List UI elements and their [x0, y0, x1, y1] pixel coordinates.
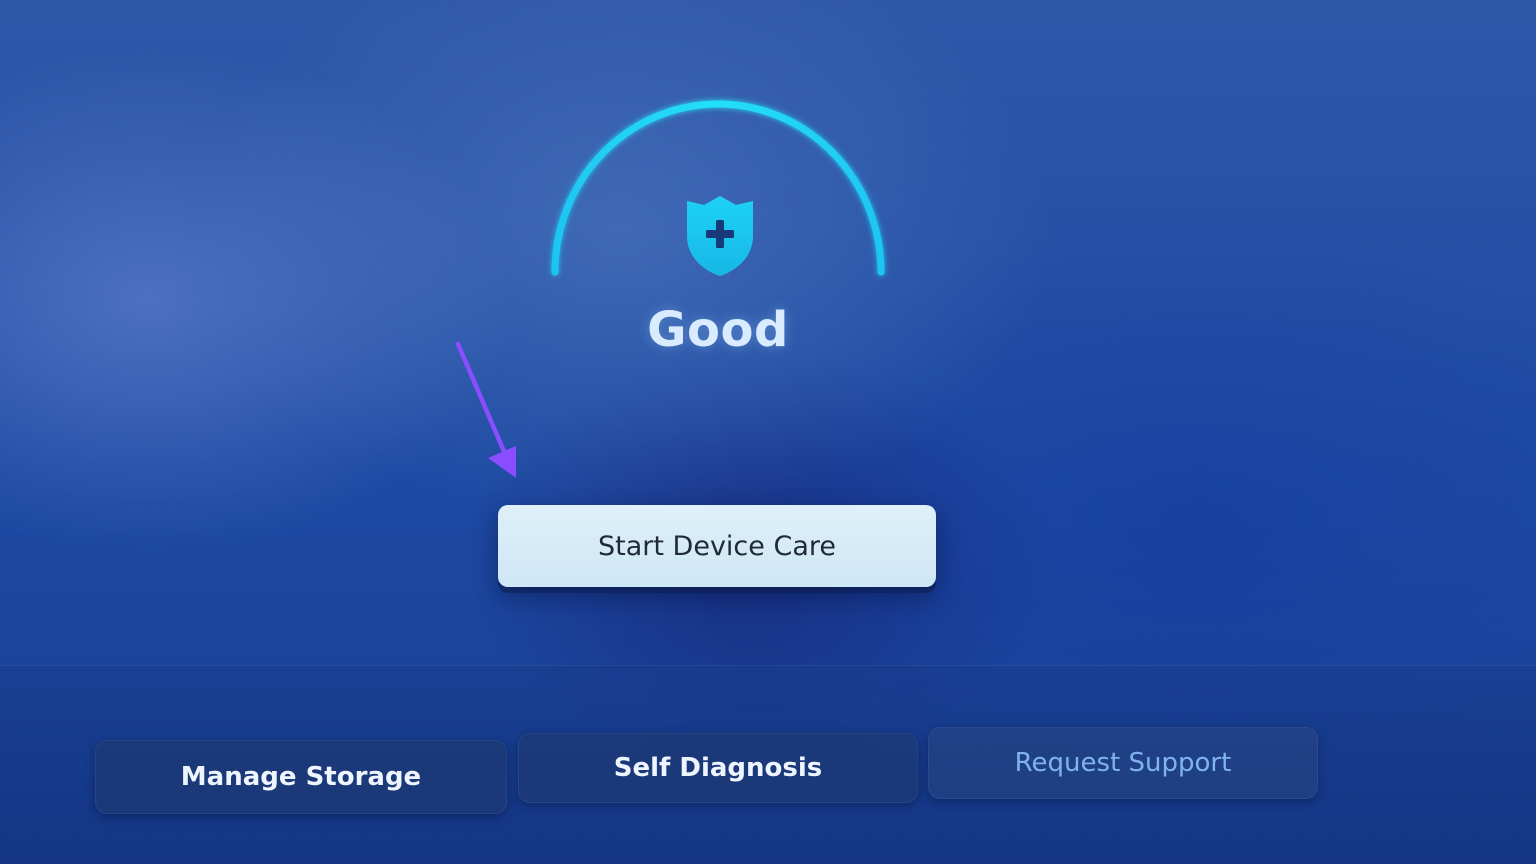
self-diagnosis-button[interactable]: Self Diagnosis: [518, 733, 918, 803]
device-care-screen: Good Start Device Care Manage Storage Se…: [0, 0, 1536, 864]
pointer-arrow-icon: [455, 341, 516, 478]
manage-storage-button[interactable]: Manage Storage: [95, 740, 507, 814]
request-support-button[interactable]: Request Support: [928, 727, 1318, 799]
start-device-care-button[interactable]: Start Device Care: [498, 505, 936, 587]
health-status-label: Good: [647, 302, 789, 358]
shield-plus-icon: [687, 196, 753, 276]
